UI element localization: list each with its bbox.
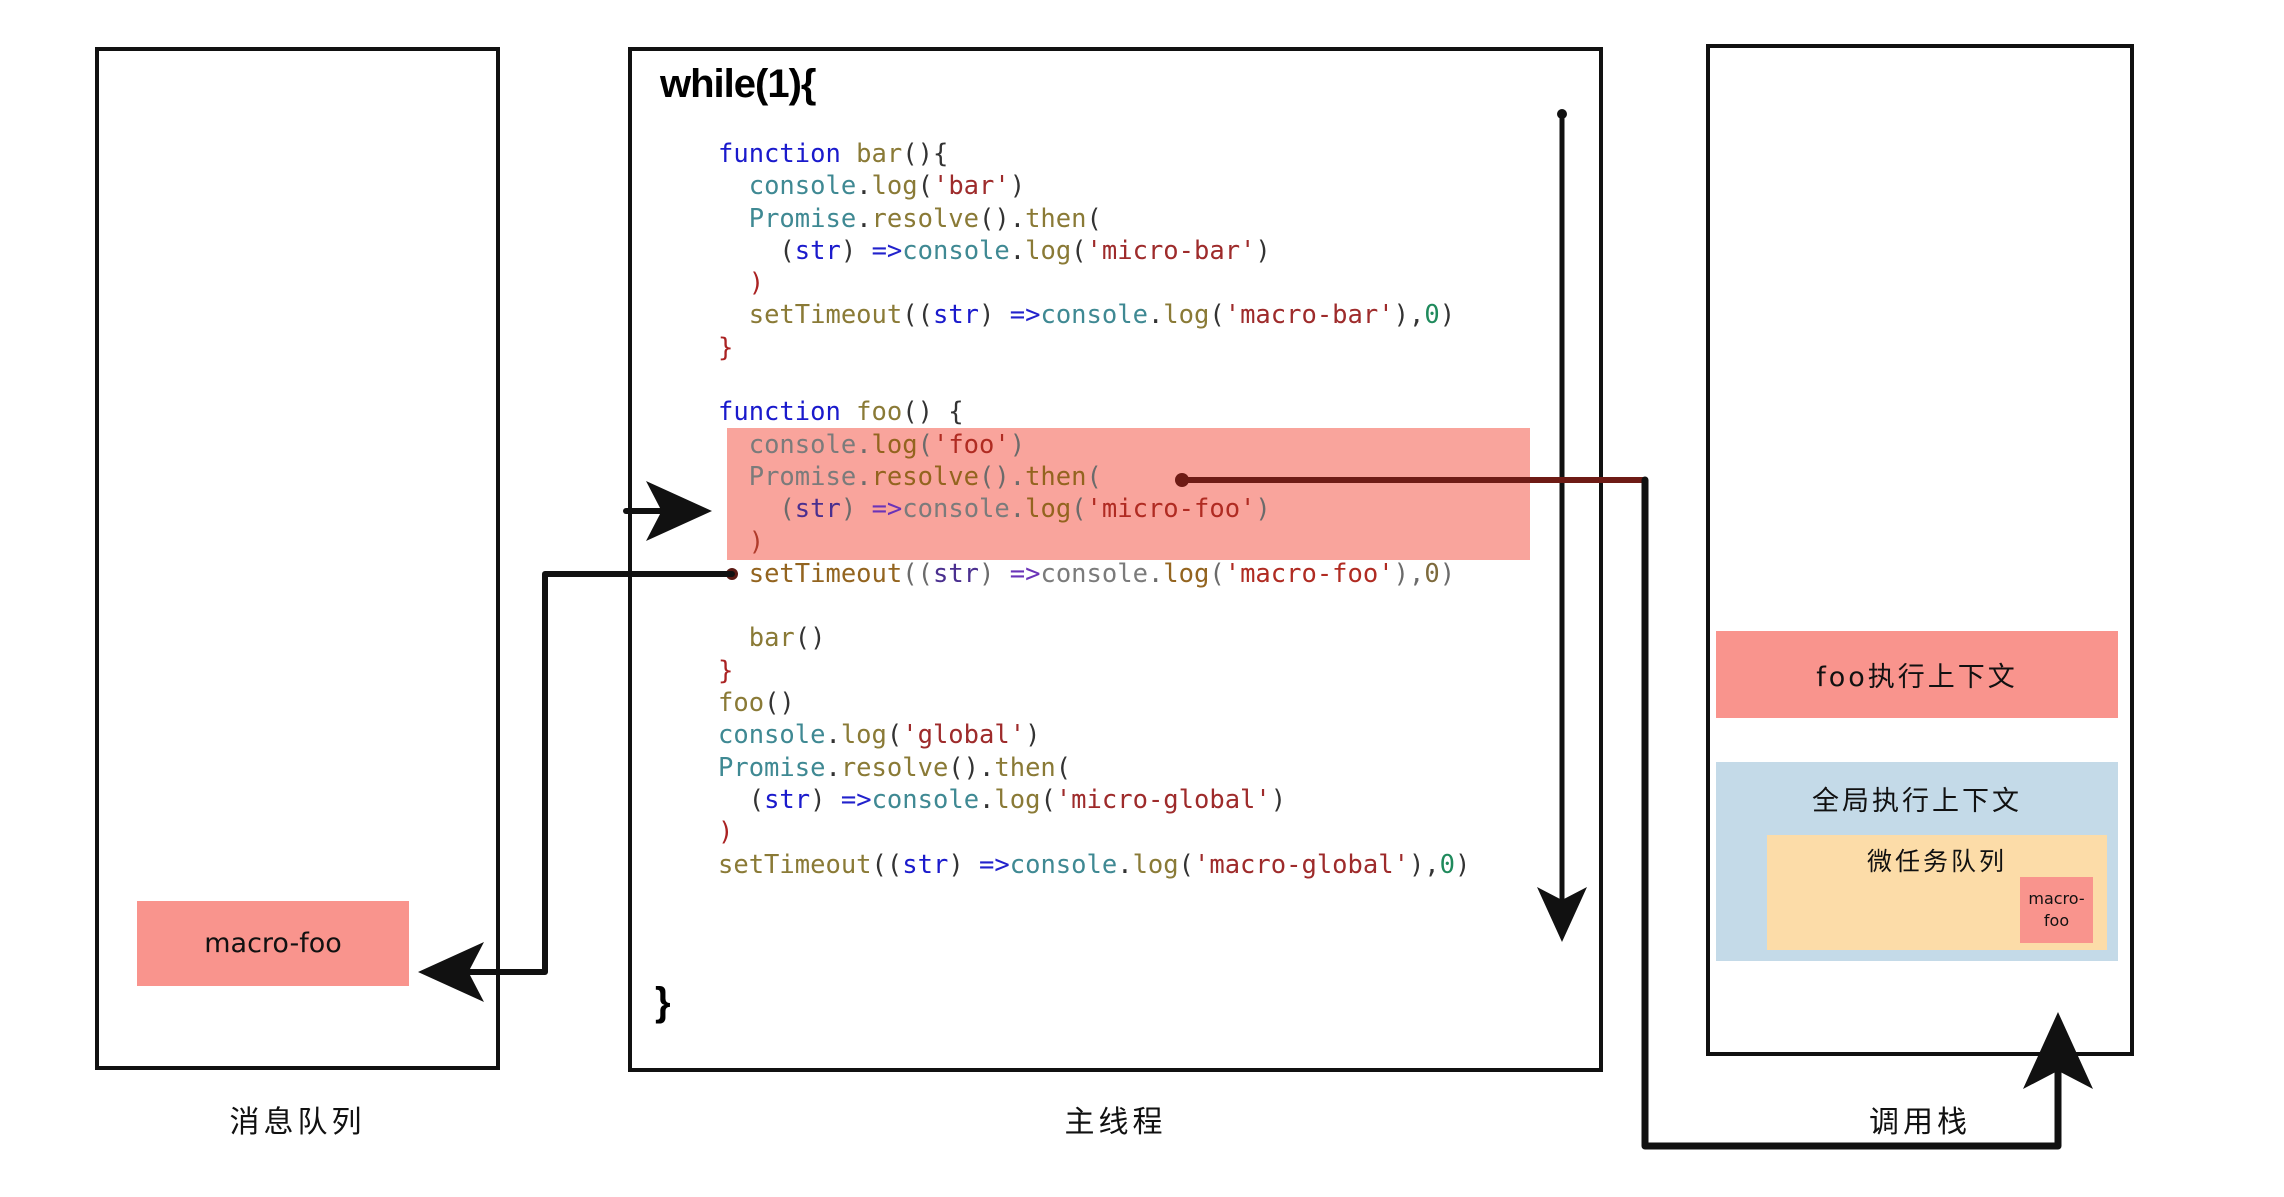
- while-loop-tail: }: [655, 980, 671, 1024]
- message-queue-task-macro-foo[interactable]: macro-foo: [137, 901, 409, 986]
- code-line: }: [718, 332, 734, 363]
- call-stack-frame-global-label: 全局执行上下文: [1812, 786, 2022, 817]
- code-block: function bar(){ console.log('bar') Promi…: [718, 138, 1470, 881]
- code-line: console.log('foo'): [748, 429, 1026, 460]
- code-line: Promise.resolve().then(: [748, 461, 1102, 492]
- diagram-canvas: macro-foo 消息队列 while(1){ } function bar(…: [0, 0, 2284, 1197]
- code-line: ): [748, 526, 765, 557]
- code-line: (str) =>console.log('micro-foo'): [779, 494, 1271, 525]
- code-line: setTimeout((str) =>console.log('macro-fo…: [748, 558, 1456, 589]
- code-line: (str) =>console.log('micro-global'): [748, 784, 1287, 815]
- code-line: function foo() {: [718, 397, 964, 428]
- code-line: function bar(){: [718, 139, 949, 169]
- message-queue-task-label: macro-foo: [204, 928, 342, 959]
- code-line: setTimeout((str) =>console.log('macro-ba…: [748, 300, 1456, 331]
- microtask-queue-task-macro-foo[interactable]: macro- foo: [2020, 877, 2093, 943]
- microtask-task-line1: macro-: [2028, 889, 2085, 908]
- message-queue-caption: 消息队列: [229, 1105, 366, 1140]
- call-stack-caption: 调用栈: [1869, 1105, 1971, 1140]
- code-line: }: [718, 655, 734, 686]
- code-line: console.log('bar'): [748, 171, 1026, 202]
- main-thread-caption: 主线程: [1064, 1105, 1167, 1140]
- code-line: foo(): [718, 688, 795, 719]
- code-line: bar(): [748, 623, 826, 654]
- code-line: console.log('global'): [718, 720, 1041, 751]
- code-line: ): [748, 268, 765, 299]
- microtask-task-line2: foo: [2043, 911, 2070, 930]
- code-line: Promise.resolve().then(: [748, 203, 1102, 234]
- microtask-queue-label: 微任务队列: [1866, 847, 2007, 876]
- code-line: ): [718, 817, 734, 848]
- code-line: Promise.resolve().then(: [718, 752, 1072, 783]
- call-stack-frame-foo[interactable]: foo执行上下文: [1716, 631, 2118, 718]
- while-loop-head: while(1){: [660, 62, 816, 106]
- microtask-queue-box: 微任务队列 macro- foo: [1767, 835, 2107, 950]
- code-line: setTimeout((str) =>console.log('macro-gl…: [718, 849, 1471, 880]
- code-line: (str) =>console.log('micro-bar'): [779, 235, 1271, 266]
- call-stack-frame-foo-label: foo执行上下文: [1816, 662, 2018, 693]
